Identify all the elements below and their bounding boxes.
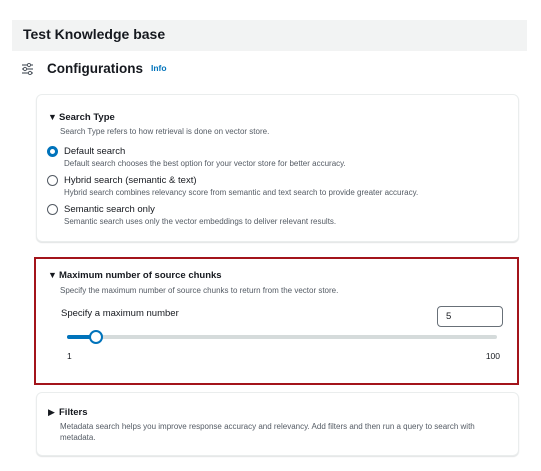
max-chunks-title: Maximum number of source chunks	[59, 270, 222, 281]
caret-right-icon: ▶	[48, 407, 55, 417]
filters-description: Metadata search helps you improve respon…	[60, 422, 475, 442]
radio-button[interactable]	[47, 175, 58, 186]
page-header: Test Knowledge base	[12, 20, 527, 51]
caret-down-icon: ▼	[48, 270, 57, 280]
filters-title: Filters	[59, 407, 88, 418]
configurations-title: Configurations	[47, 60, 143, 76]
search-type-description: Search Type refers to how retrieval is d…	[60, 127, 270, 136]
page-title: Test Knowledge base	[23, 26, 166, 42]
radio-description: Hybrid search combines relevancy score f…	[64, 188, 419, 197]
slider-max-label: 100	[485, 351, 500, 361]
info-link[interactable]: Info	[151, 63, 167, 73]
radio-description: Semantic search uses only the vector emb…	[64, 217, 337, 226]
configurations-header: Configurations Info	[21, 58, 167, 78]
max-number-input[interactable]	[437, 306, 503, 327]
radio-button-checked[interactable]	[47, 146, 58, 157]
filters-card: ▶ Filters Metadata search helps you impr…	[36, 392, 519, 456]
radio-hybrid-search[interactable]: Hybrid search (semantic & text) Hybrid s…	[47, 174, 418, 198]
settings-sliders-icon[interactable]	[21, 62, 34, 76]
max-chunks-description: Specify the maximum number of source chu…	[60, 286, 339, 295]
max-number-label: Specify a maximum number	[61, 308, 179, 319]
radio-label: Semantic search only	[64, 204, 155, 215]
radio-label: Default search	[64, 146, 126, 157]
radio-button[interactable]	[47, 204, 58, 215]
max-chunks-toggle[interactable]: ▼ Maximum number of source chunks	[48, 270, 222, 281]
filters-toggle[interactable]: ▶ Filters	[48, 407, 88, 418]
max-source-chunks-section: ▼ Maximum number of source chunks Specif…	[34, 257, 519, 385]
caret-down-icon: ▼	[48, 112, 57, 122]
radio-default-search[interactable]: Default search Default search chooses th…	[47, 145, 346, 169]
search-type-card: ▼ Search Type Search Type refers to how …	[36, 94, 519, 242]
radio-label: Hybrid search (semantic & text)	[64, 175, 197, 186]
radio-semantic-search[interactable]: Semantic search only Semantic search use…	[47, 203, 336, 227]
radio-description: Default search chooses the best option f…	[64, 159, 346, 168]
search-type-toggle[interactable]: ▼ Search Type	[48, 112, 115, 123]
slider-track[interactable]	[67, 335, 497, 339]
search-type-title: Search Type	[59, 112, 115, 123]
slider-handle[interactable]	[89, 330, 104, 344]
slider-min-label: 1	[67, 351, 72, 361]
